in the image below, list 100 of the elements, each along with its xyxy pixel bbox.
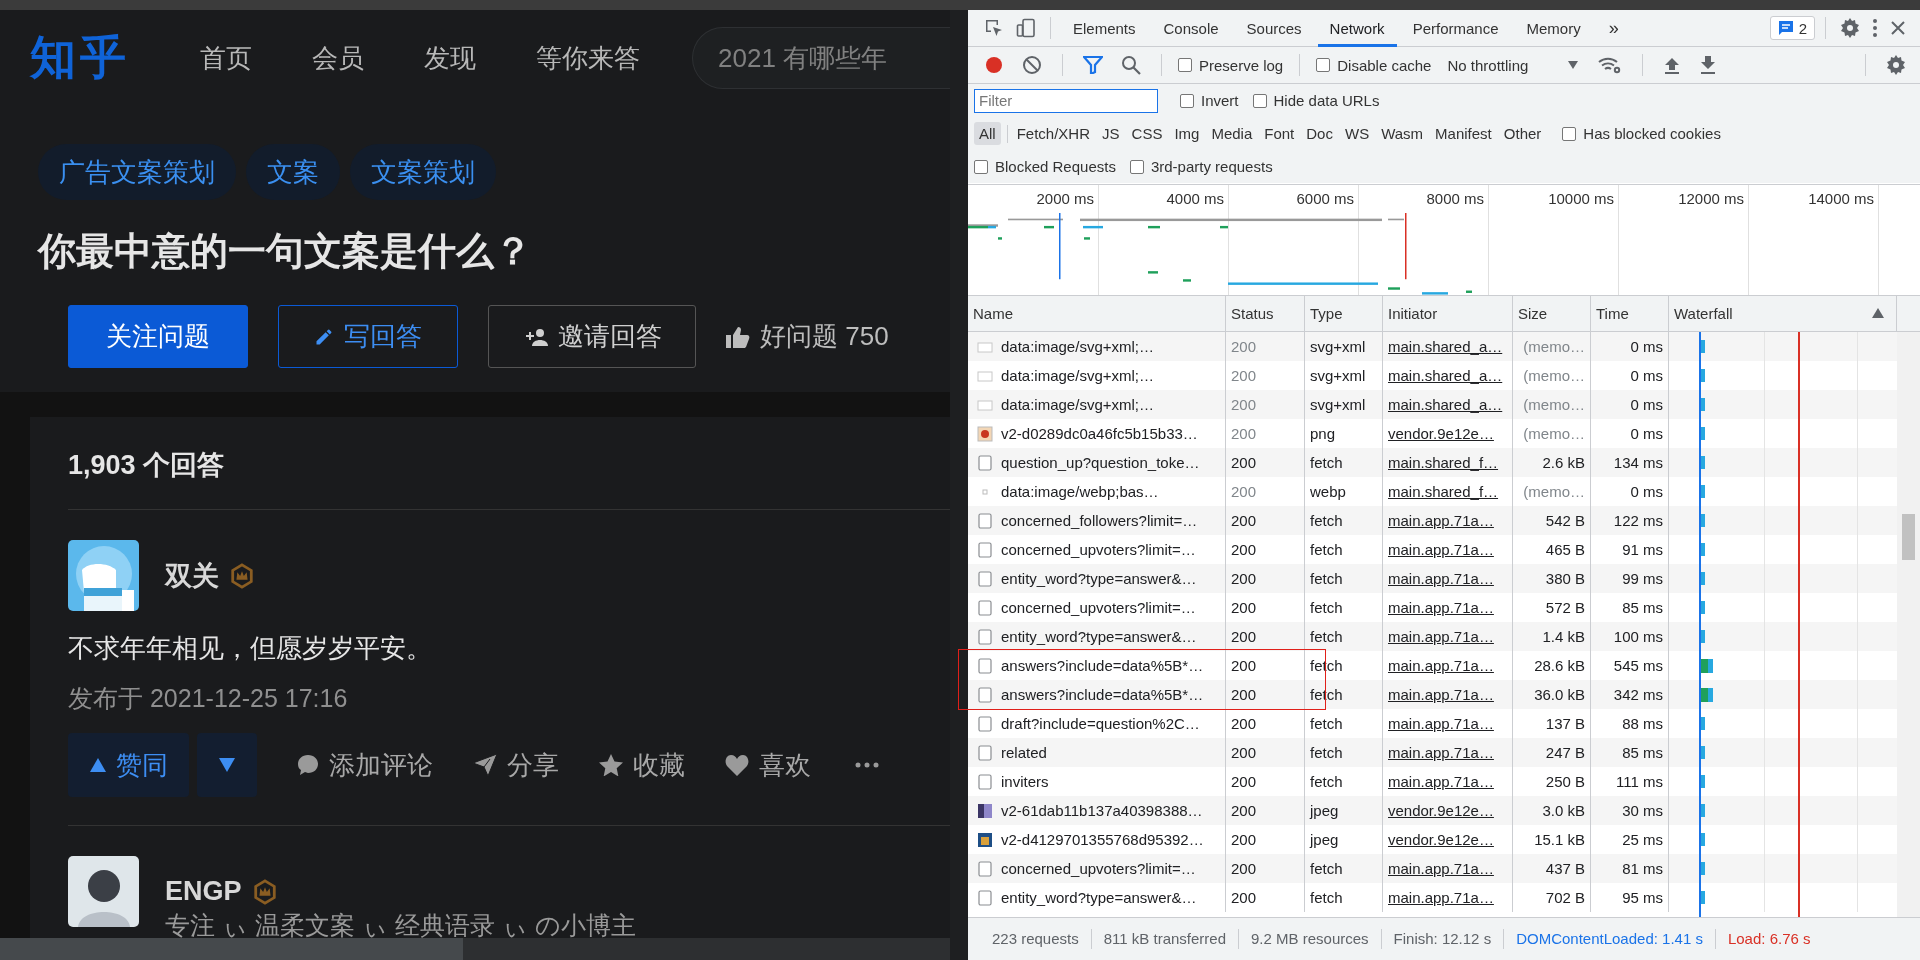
request-name[interactable]: draft?include=question%2C… [1001,709,1200,738]
initiator-link[interactable]: main.app.71a… [1388,686,1494,703]
initiator-link[interactable]: main.shared_a… [1388,338,1503,355]
type-filter[interactable]: Font [1259,122,1300,145]
comment-button[interactable]: 添加评论 [297,747,433,783]
devtools-tab[interactable]: Sources [1234,9,1314,47]
request-name[interactable]: data:image/svg+xml;… [1001,332,1154,361]
topic-tag[interactable]: 文案 [246,144,340,200]
request-name[interactable]: data:image/svg+xml;… [1001,390,1154,419]
good-question-button[interactable]: 好问题 750 [726,305,889,368]
vertical-scrollbar[interactable] [1897,332,1920,917]
close-icon[interactable] [1890,20,1906,36]
wifi-settings-icon[interactable] [1598,56,1623,74]
invite-button[interactable]: 邀请回答 [488,305,696,368]
request-name[interactable]: related [1001,738,1047,767]
type-filter[interactable]: Other [1498,122,1547,145]
initiator-link[interactable]: vendor.9e12e… [1388,425,1494,442]
settings-icon[interactable] [1840,18,1860,38]
nav-link[interactable]: 等你来答 [536,40,640,76]
checkbox[interactable]: Has blocked cookies [1562,125,1721,142]
request-name[interactable]: inviters [1001,767,1049,796]
more-button[interactable] [855,762,879,768]
like-button[interactable]: 喜欢 [725,747,811,783]
initiator-link[interactable]: main.app.71a… [1388,715,1494,732]
topic-tag[interactable]: 文案策划 [350,144,496,200]
search-icon[interactable] [1121,55,1141,75]
author-name[interactable]: 双关 [165,557,219,594]
type-filter[interactable]: JS [1097,122,1125,145]
checkbox[interactable]: Hide data URLs [1252,92,1380,109]
checkbox[interactable]: Invert [1180,92,1239,109]
initiator-link[interactable]: main.shared_a… [1388,367,1503,384]
type-filter[interactable]: Media [1206,122,1258,145]
column-header[interactable]: Initiator [1383,296,1513,331]
devtools-tab[interactable]: Elements [1061,9,1148,47]
upload-icon[interactable] [1663,56,1682,74]
nav-link[interactable]: 会员 [312,40,364,76]
initiator-link[interactable]: main.app.71a… [1388,570,1494,587]
filter-icon[interactable] [1083,56,1103,74]
request-name[interactable]: answers?include=data%5B*… [1001,651,1204,680]
initiator-link[interactable]: main.app.71a… [1388,744,1494,761]
initiator-link[interactable]: main.app.71a… [1388,512,1494,529]
inspect-icon[interactable] [984,18,1004,38]
initiator-link[interactable]: vendor.9e12e… [1388,831,1494,848]
column-header[interactable]: Status [1226,296,1305,331]
column-header[interactable]: Name [968,296,1226,331]
devtools-tab[interactable]: Console [1151,9,1231,47]
request-name[interactable]: concerned_followers?limit=… [1001,506,1198,535]
request-name[interactable]: entity_word?type=answer&… [1001,622,1197,651]
type-filter[interactable]: CSS [1126,122,1168,145]
request-name[interactable]: v2-d4129701355768d95392… [1001,825,1204,854]
settings-icon[interactable] [1886,55,1906,75]
page-scrollbar[interactable] [950,10,968,960]
device-toggle-icon[interactable] [1016,18,1036,38]
request-name[interactable]: concerned_upvoters?limit=… [1001,854,1196,883]
request-name[interactable]: data:image/svg+xml;… [1001,361,1154,390]
request-name[interactable]: question_up?question_toke… [1001,448,1200,477]
nav-link[interactable]: 发现 [424,40,476,76]
more-tabs-button[interactable]: » [1596,9,1631,47]
throttling-dropdown[interactable]: No throttling [1441,55,1585,75]
topic-tag[interactable]: 广告文案策划 [38,144,236,200]
download-icon[interactable] [1699,56,1718,74]
kebab-menu-icon[interactable] [1872,18,1878,38]
type-filter[interactable]: Doc [1301,122,1338,145]
initiator-link[interactable]: main.app.71a… [1388,541,1494,558]
initiator-link[interactable]: main.app.71a… [1388,628,1494,645]
checkbox[interactable]: Blocked Requests [974,158,1116,175]
type-filter[interactable]: Fetch/XHR [1011,122,1096,145]
initiator-link[interactable]: vendor.9e12e… [1388,802,1494,819]
request-name[interactable]: concerned_upvoters?limit=… [1001,535,1196,564]
share-button[interactable]: 分享 [473,747,559,783]
type-filter[interactable]: Wasm [1376,122,1429,145]
type-filter[interactable]: Img [1169,122,1205,145]
request-name[interactable]: data:image/webp;bas… [1001,477,1159,506]
record-button[interactable] [984,55,1004,75]
request-name[interactable]: answers?include=data%5B*… [1001,680,1204,709]
type-filter[interactable]: All [974,122,1001,145]
issues-badge[interactable]: 2 [1769,16,1815,40]
checkbox[interactable]: Preserve log [1178,56,1284,74]
write-answer-button[interactable]: 写回答 [278,305,458,368]
column-header[interactable]: Type [1305,296,1383,331]
filter-field[interactable]: Filter [974,88,1158,113]
initiator-link[interactable]: main.app.71a… [1388,657,1494,674]
request-name[interactable]: entity_word?type=answer&… [1001,564,1197,593]
horizontal-scrollbar[interactable] [0,938,950,960]
column-header[interactable]: Time [1591,296,1669,331]
initiator-link[interactable]: main.shared_f… [1388,483,1499,500]
column-header[interactable]: Size [1513,296,1591,331]
type-filter[interactable]: WS [1339,122,1375,145]
type-filter[interactable]: Manifest [1430,122,1497,145]
follow-button[interactable]: 关注问题 [68,305,248,368]
initiator-link[interactable]: main.app.71a… [1388,599,1494,616]
sort-arrow-icon[interactable] [1872,308,1884,318]
initiator-link[interactable]: main.app.71a… [1388,860,1494,877]
avatar[interactable] [68,856,139,927]
initiator-link[interactable]: main.app.71a… [1388,773,1494,790]
search-field[interactable]: 2021 有哪些年 [692,27,950,89]
devtools-tab[interactable]: Performance [1400,9,1511,47]
initiator-link[interactable]: main.shared_f… [1388,454,1499,471]
author-name[interactable]: ENGP [165,876,242,907]
request-name[interactable]: entity_word?type=answer&… [1001,883,1197,912]
